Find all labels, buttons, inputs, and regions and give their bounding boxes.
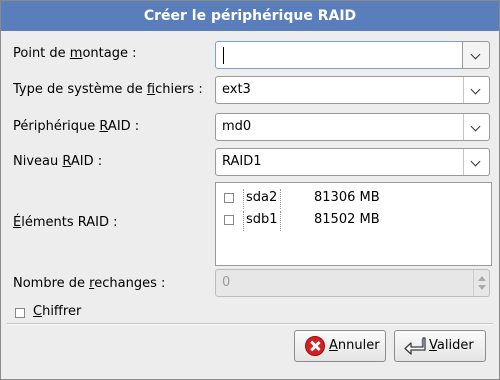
enter-arrow-icon xyxy=(404,337,426,355)
raid-device-arrow xyxy=(463,114,489,140)
raid-device-select[interactable]: md0 xyxy=(215,113,490,141)
chevron-down-icon xyxy=(470,156,481,167)
encrypt-label: Chiffrer xyxy=(33,304,82,319)
ok-button-label: Valider xyxy=(429,338,474,353)
member-checkbox-sdb1[interactable] xyxy=(224,215,234,225)
create-raid-dialog: Créer le périphérique RAID Point de mont… xyxy=(0,0,500,380)
text-cursor xyxy=(223,47,224,64)
dialog-title: Créer le périphérique RAID xyxy=(1,1,499,31)
raid-members-label: Éléments RAID : xyxy=(13,215,118,230)
row-separator xyxy=(243,189,244,209)
raid-level-label: Niveau RAID : xyxy=(13,154,103,169)
fs-type-select[interactable]: ext3 xyxy=(215,76,490,104)
cancel-button[interactable]: Annuler xyxy=(294,330,386,362)
ok-button[interactable]: Valider xyxy=(394,330,486,362)
chevron-down-icon xyxy=(470,121,481,132)
mount-point-input[interactable] xyxy=(215,41,462,69)
spin-up-icon xyxy=(478,276,486,281)
raid-device-label: Périphérique RAID : xyxy=(13,119,140,134)
fs-type-value: ext3 xyxy=(222,82,251,97)
raid-level-select[interactable]: RAID1 xyxy=(215,148,490,176)
list-item[interactable]: sdb1 81502 MB xyxy=(216,209,491,231)
member-size: 81502 MB xyxy=(314,212,380,227)
spin-down-icon xyxy=(478,285,486,290)
fs-type-label: Type de système de fichiers : xyxy=(13,82,203,97)
member-device: sda2 xyxy=(246,190,278,205)
spin-buttons xyxy=(473,270,489,296)
chevron-down-icon xyxy=(470,49,481,60)
raid-level-value: RAID1 xyxy=(222,154,262,169)
member-checkbox-sda2[interactable] xyxy=(224,193,234,203)
raid-level-arrow xyxy=(463,149,489,175)
fs-type-arrow xyxy=(463,77,489,103)
cancel-icon xyxy=(305,336,325,356)
spares-label: Nombre de rechanges : xyxy=(13,276,166,291)
divider xyxy=(7,323,493,325)
raid-members-list[interactable]: sda2 81306 MB sdb1 81502 MB xyxy=(215,182,492,266)
spares-spinbutton: 0 xyxy=(215,269,490,297)
chevron-down-icon xyxy=(470,84,481,95)
row-separator xyxy=(243,211,244,231)
list-item[interactable]: sda2 81306 MB xyxy=(216,187,491,209)
mount-point-dropdown-button[interactable] xyxy=(462,41,490,69)
cancel-button-label: Annuler xyxy=(329,338,380,353)
spares-value: 0 xyxy=(222,275,231,290)
encrypt-checkbox[interactable] xyxy=(15,308,25,318)
column-separator xyxy=(280,189,281,209)
column-separator xyxy=(280,211,281,231)
raid-device-value: md0 xyxy=(222,119,252,134)
member-device: sdb1 xyxy=(246,212,278,227)
member-size: 81306 MB xyxy=(314,190,380,205)
mount-point-label: Point de montage : xyxy=(13,46,137,61)
mount-point-combo[interactable] xyxy=(215,41,490,69)
